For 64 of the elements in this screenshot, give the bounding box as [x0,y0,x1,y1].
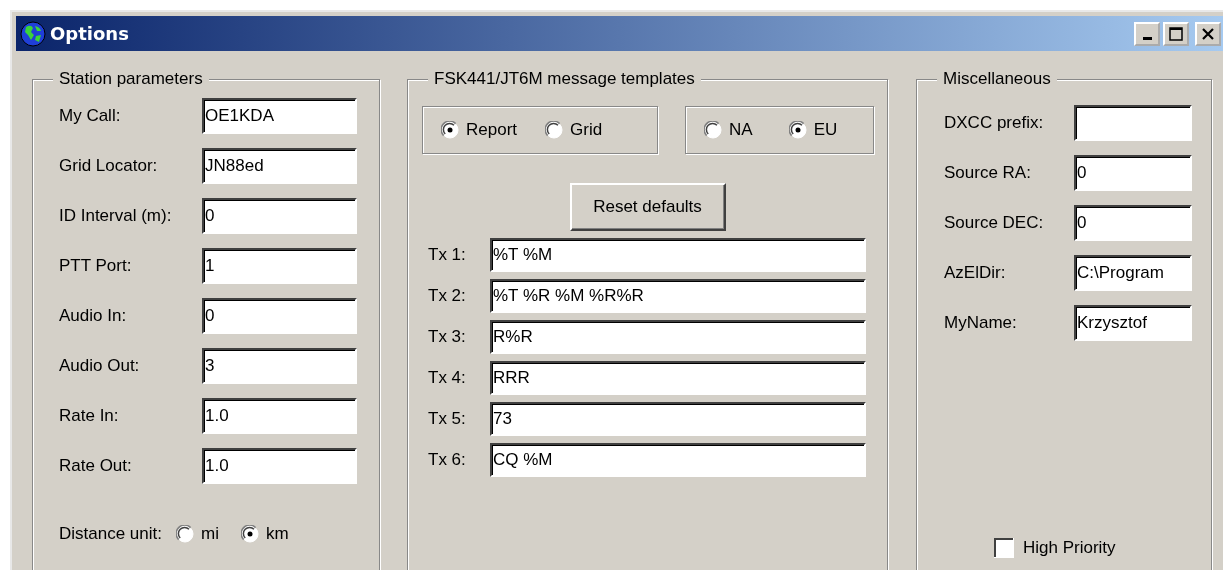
radio-label: EU [813,120,838,140]
field-label: Tx 4: [428,368,467,388]
field-label: Rate In: [59,406,120,426]
radio-button[interactable] [704,121,722,139]
maximize-icon [1169,26,1183,41]
radio-label: mi [201,524,219,544]
input-field[interactable]: 3 [202,348,357,384]
group-title: FSK441/JT6M message templates [428,69,701,89]
radio-label: Report [466,120,518,140]
window-title: Options [50,23,130,44]
minimize-button[interactable] [1134,21,1160,46]
field-label: Audio In: [59,306,128,326]
maximize-button[interactable] [1163,21,1189,46]
input-field[interactable]: C:\Program [1074,255,1192,291]
input-field[interactable]: 0 [202,198,357,234]
radio-button[interactable] [240,525,259,543]
input-field[interactable] [1074,105,1192,141]
input-field[interactable]: 0 [1074,155,1192,191]
input-field[interactable]: 1.0 [202,398,357,434]
field-label: ID Interval (m): [59,206,173,226]
field-label: My Call: [59,106,122,126]
field-label: Grid Locator: [59,156,159,176]
field-label: Tx 6: [428,450,467,470]
template-field[interactable]: R%R [490,320,866,354]
globe-icon [20,20,46,47]
group-title: Station parameters [53,69,209,89]
input-field[interactable]: OE1KDA [202,98,357,134]
field-label: AzElDir: [944,263,1007,283]
distance-unit-label: Distance unit: [59,524,162,544]
radio-button[interactable] [545,121,564,139]
radio-label: NA [729,120,753,140]
template-field[interactable]: %T %M [490,238,866,272]
field-label: PTT Port: [59,256,133,276]
input-field[interactable]: 0 [1074,205,1192,241]
radio-button[interactable] [176,525,194,543]
checkbox[interactable] [994,538,1014,558]
close-button[interactable] [1195,21,1221,46]
template-field[interactable]: 73 [490,402,866,436]
radio-label: km [265,524,289,544]
input-field[interactable]: 1 [202,248,357,284]
field-label: MyName: [944,313,1018,333]
radio-button[interactable] [441,121,459,139]
radio-button[interactable] [788,121,807,139]
close-icon [1201,26,1215,41]
reset-button[interactable]: Reset defaults [569,183,726,231]
field-label: Rate Out: [59,456,133,476]
template-field[interactable]: %T %R %M %R%R [490,279,866,313]
field-label: Tx 3: [428,327,467,347]
field-label: Tx 5: [428,409,467,429]
field-label: Tx 2: [428,286,467,306]
radio-label: Grid [570,120,603,140]
field-label: Source DEC: [944,213,1045,233]
field-label: Tx 1: [428,245,467,265]
checkbox-label: High Priority [1023,538,1116,558]
input-field[interactable]: 0 [202,298,357,334]
template-field[interactable]: CQ %M [490,443,866,477]
field-label: DXCC prefix: [944,113,1045,133]
field-label: Source RA: [944,163,1032,183]
input-field[interactable]: 1.0 [202,448,357,484]
minimize-icon [1142,36,1152,40]
input-field[interactable]: Krzysztof [1074,305,1192,341]
template-field[interactable]: RRR [490,361,866,395]
field-label: Audio Out: [59,356,141,376]
input-field[interactable]: JN88ed [202,148,357,184]
